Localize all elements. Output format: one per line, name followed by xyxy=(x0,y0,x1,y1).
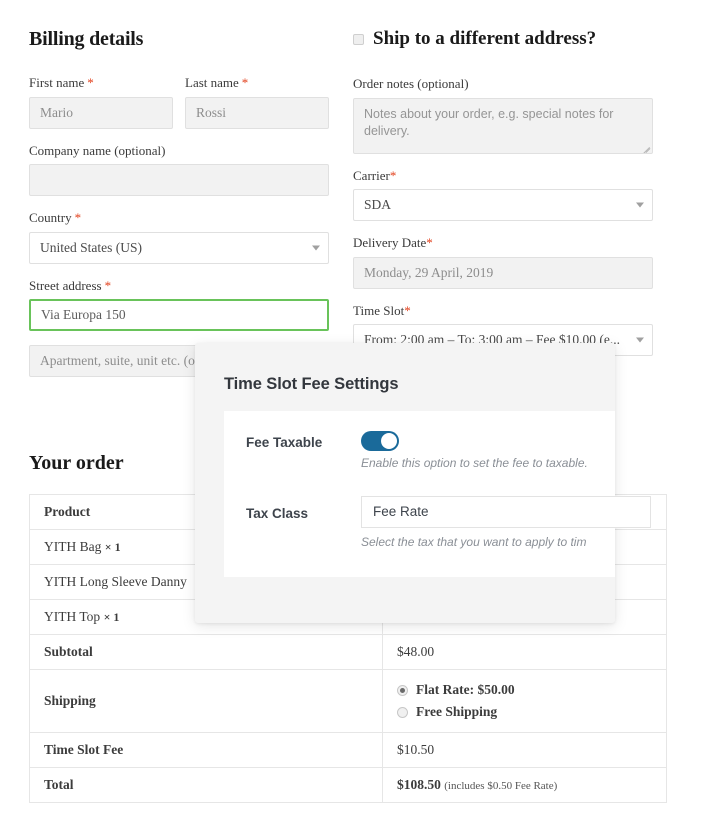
shipping-label: Shipping xyxy=(30,670,383,733)
time-slot-fee-settings-modal: Time Slot Fee Settings Fee Taxable Enabl… xyxy=(195,343,615,623)
chevron-down-icon xyxy=(636,338,644,343)
shipping-option-flat-rate[interactable]: Flat Rate: $50.00 xyxy=(397,679,652,701)
company-input[interactable] xyxy=(29,164,329,196)
first-name-field-group: First name* Mario xyxy=(29,75,173,129)
ship-to-different-address-checkbox[interactable] xyxy=(353,34,364,45)
street-field-group: Street address* Via Europa 150 xyxy=(29,278,329,332)
order-notes-label: Order notes (optional) xyxy=(353,76,653,92)
carrier-select[interactable]: SDA xyxy=(353,189,653,221)
first-name-label: First name* xyxy=(29,75,173,91)
shipping-row: Shipping Flat Rate: $50.00 Free Shipping xyxy=(30,670,667,733)
tax-class-input[interactable]: Fee Rate xyxy=(361,496,651,528)
street-address-input[interactable]: Via Europa 150 xyxy=(29,299,329,331)
last-name-field-group: Last name* Rossi xyxy=(185,75,329,129)
modal-title: Time Slot Fee Settings xyxy=(224,375,398,394)
delivery-date-label: Delivery Date* xyxy=(353,235,653,251)
product-qty: × 1 xyxy=(104,610,120,624)
time-slot-label: Time Slot* xyxy=(353,303,653,319)
first-name-input[interactable]: Mario xyxy=(29,97,173,129)
product-qty: × 1 xyxy=(105,540,121,554)
subtotal-value: $48.00 xyxy=(383,635,667,670)
total-cell: $108.50 (includes $0.50 Fee Rate) xyxy=(383,768,667,803)
chevron-down-icon xyxy=(636,203,644,208)
required-asterisk: * xyxy=(75,210,82,225)
country-select-wrap: United States (US) xyxy=(29,232,329,264)
shipping-option-free-shipping[interactable]: Free Shipping xyxy=(397,701,652,723)
order-notes-textarea[interactable]: Notes about your order, e.g. special not… xyxy=(353,98,653,154)
shipping-column: Ship to a different address? Order notes… xyxy=(353,28,653,370)
chevron-down-icon xyxy=(312,245,320,250)
delivery-date-group: Delivery Date* Monday, 29 April, 2019 xyxy=(353,235,653,289)
shipping-option-label: Flat Rate: $50.00 xyxy=(416,682,515,698)
subtotal-label: Subtotal xyxy=(30,635,383,670)
country-select[interactable]: United States (US) xyxy=(29,232,329,264)
order-notes-group: Order notes (optional) Notes about your … xyxy=(353,76,653,154)
last-name-input[interactable]: Rossi xyxy=(185,97,329,129)
country-field-group: Country* United States (US) xyxy=(29,210,329,264)
checkout-page: Billing details First name* Mario Last n… xyxy=(0,0,710,835)
time-slot-fee-label: Time Slot Fee xyxy=(30,733,383,768)
required-asterisk: * xyxy=(390,168,397,183)
street-address-label: Street address* xyxy=(29,278,329,294)
tax-class-label: Tax Class xyxy=(246,506,308,521)
product-name: YITH Bag xyxy=(44,539,101,554)
toggle-knob xyxy=(381,433,397,449)
radio-icon[interactable] xyxy=(397,707,408,718)
required-asterisk: * xyxy=(426,235,433,250)
ship-to-different-address-label: Ship to a different address? xyxy=(373,28,596,50)
required-asterisk: * xyxy=(404,303,411,318)
company-field-group: Company name (optional) xyxy=(29,143,329,197)
required-asterisk: * xyxy=(87,75,94,90)
name-row: First name* Mario Last name* Rossi xyxy=(29,75,329,129)
company-label: Company name (optional) xyxy=(29,143,329,159)
product-name: YITH Top xyxy=(44,609,100,624)
billing-heading: Billing details xyxy=(29,28,329,51)
time-slot-fee-row: Time Slot Fee $10.50 xyxy=(30,733,667,768)
time-slot-fee-value: $10.50 xyxy=(383,733,667,768)
shipping-option-label: Free Shipping xyxy=(416,704,497,720)
delivery-date-input[interactable]: Monday, 29 April, 2019 xyxy=(353,257,653,289)
total-value: $108.50 xyxy=(397,777,441,792)
shipping-options-cell: Flat Rate: $50.00 Free Shipping xyxy=(383,670,667,733)
fee-taxable-help-text: Enable this option to set the fee to tax… xyxy=(361,456,588,470)
radio-icon-selected[interactable] xyxy=(397,685,408,696)
country-label: Country* xyxy=(29,210,329,226)
modal-body-panel: Fee Taxable Enable this option to set th… xyxy=(224,411,615,577)
fee-taxable-toggle[interactable] xyxy=(361,431,399,451)
total-note: (includes $0.50 Fee Rate) xyxy=(444,780,557,792)
fee-taxable-label: Fee Taxable xyxy=(246,435,322,450)
ship-to-different-address-heading: Ship to a different address? xyxy=(353,28,653,50)
subtotal-row: Subtotal $48.00 xyxy=(30,635,667,670)
product-name: YITH Long Sleeve Danny xyxy=(44,574,187,589)
order-notes-placeholder: Notes about your order, e.g. special not… xyxy=(364,107,613,139)
total-row: Total $108.50 (includes $0.50 Fee Rate) xyxy=(30,768,667,803)
carrier-select-wrap: SDA xyxy=(353,189,653,221)
required-asterisk: * xyxy=(242,75,249,90)
last-name-label: Last name* xyxy=(185,75,329,91)
tax-class-help-text: Select the tax that you want to apply to… xyxy=(361,535,586,549)
total-label: Total xyxy=(30,768,383,803)
billing-details-column: Billing details First name* Mario Last n… xyxy=(29,28,329,391)
resize-grip-icon[interactable] xyxy=(641,142,651,152)
carrier-label: Carrier* xyxy=(353,168,653,184)
required-asterisk: * xyxy=(105,278,112,293)
carrier-group: Carrier* SDA xyxy=(353,168,653,222)
